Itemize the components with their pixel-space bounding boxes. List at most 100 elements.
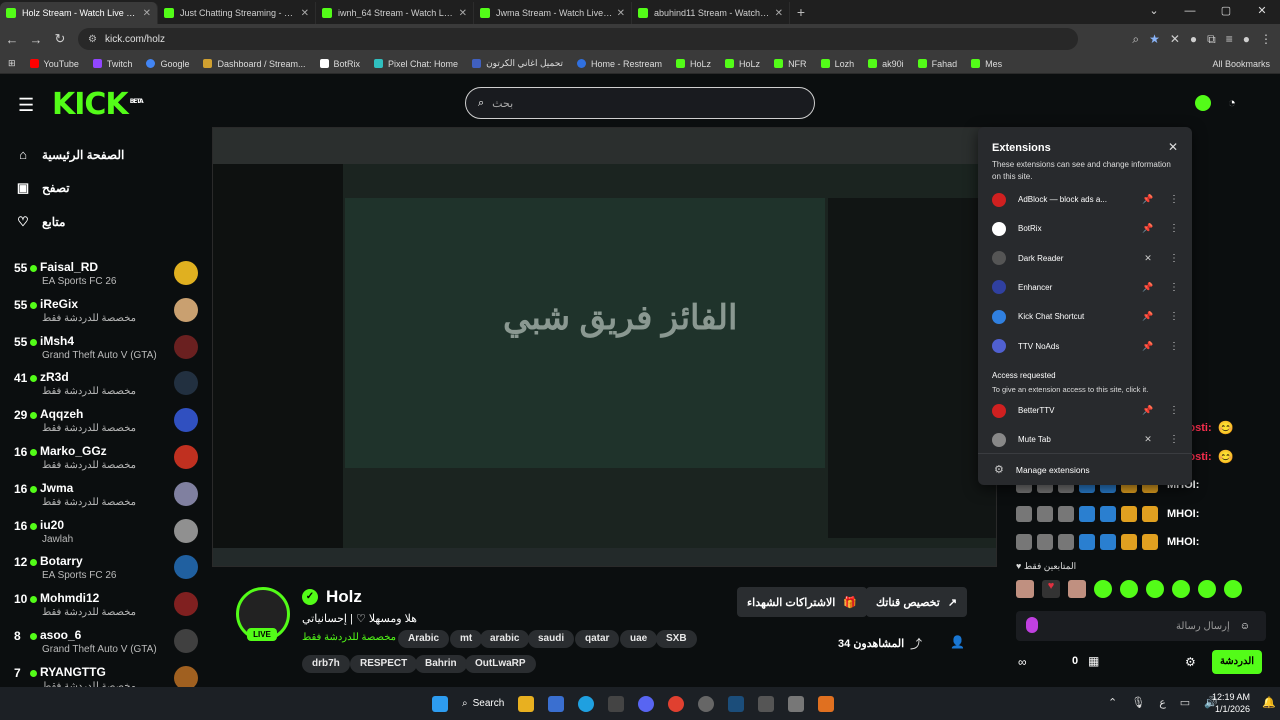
tag[interactable]: Arabic (398, 630, 450, 648)
browser-tab[interactable]: Just Chatting Streaming - Live S ✕ (158, 2, 316, 24)
bookmark-botrix[interactable]: BotRix (319, 59, 360, 69)
emote[interactable] (1224, 580, 1242, 598)
extensions-puzzle-icon[interactable]: ⧉ (1207, 32, 1216, 47)
bookmark-restream[interactable]: Home - Restream (577, 59, 662, 69)
new-tab-button[interactable]: + (790, 4, 812, 20)
tag[interactable]: RESPECT (350, 655, 418, 673)
pin-icon[interactable]: 📌 (1140, 194, 1156, 205)
more-options-icon[interactable]: ⋮ (1166, 253, 1182, 264)
more-options-icon[interactable]: ⋮ (1166, 223, 1182, 234)
bookmark-fahad[interactable]: Fahad (917, 59, 957, 69)
more-options-icon[interactable]: ⋮ (1166, 311, 1182, 322)
emote[interactable] (1120, 580, 1138, 598)
more-options-icon[interactable]: ⋮ (1166, 434, 1182, 445)
chat-settings-gear-icon[interactable]: ⚙ (1185, 655, 1196, 669)
emote[interactable] (1198, 580, 1216, 598)
sidebar-channel[interactable]: 12 Botarry EA Sports FC 26 (14, 553, 202, 589)
app-icon[interactable] (608, 695, 625, 712)
sidebar-channel[interactable]: 55 iReGix مخصصة للدردشة فقط (14, 296, 202, 332)
sidebar-channel[interactable]: 16 Jwma مخصصة للدردشة فقط (14, 480, 202, 516)
menu-kebab-icon[interactable]: ⋮ (1260, 32, 1272, 46)
bookmark-cartoon-songs[interactable]: تحميل اغاني الكرتون (472, 58, 563, 69)
unpin-icon[interactable]: ✕ (1140, 253, 1156, 264)
mic-icon[interactable] (1026, 617, 1038, 633)
site-info-icon[interactable]: ⚙ (88, 34, 97, 45)
microphone-icon[interactable]: 🎙 (1131, 696, 1145, 709)
extension-item[interactable]: Mute Tab ✕ ⋮ (992, 425, 1182, 454)
bookmark-mes[interactable]: Mes (971, 59, 1002, 69)
chat-username[interactable]: MHOI: (1167, 508, 1199, 520)
extension-cookie-icon[interactable]: ● (1190, 32, 1197, 46)
add-user-icon[interactable]: 👤 (950, 635, 965, 649)
notifications-bell-icon[interactable]: ◔ (1228, 95, 1236, 110)
extension-item[interactable]: AdBlock — block ads a... 📌 ⋮ (992, 185, 1182, 214)
nav-home[interactable]: ⌂ الصفحة الرئيسية (14, 147, 124, 162)
sidebar-channel[interactable]: 8 asoo_6 Grand Theft Auto V (GTA) (14, 627, 202, 663)
obs-icon[interactable] (698, 695, 715, 712)
bookmark-ak90i[interactable]: ak90i (868, 59, 904, 69)
chevron-up-icon[interactable]: ⌃ (1108, 696, 1117, 709)
manage-extensions-button[interactable]: ⚙ Manage extensions (978, 453, 1192, 485)
forward-arrow-icon[interactable]: → (24, 32, 48, 47)
extension-item[interactable]: Kick Chat Shortcut 📌 ⋮ (992, 302, 1182, 331)
gift-subscriptions-button[interactable]: الاشتراكات الشهداء 🎁 (737, 587, 867, 617)
sidebar-channel[interactable]: 55 Faisal_RD EA Sports FC 26 (14, 259, 202, 295)
unpin-icon[interactable]: ✕ (1140, 434, 1156, 445)
tag[interactable]: OutLwaRP (465, 655, 536, 673)
emote[interactable]: ♥ (1042, 580, 1060, 598)
more-options-icon[interactable]: ⋮ (1166, 341, 1182, 352)
browser-tab[interactable]: Holz Stream - Watch Live on Kick✕ (0, 2, 158, 24)
discord-icon[interactable] (638, 695, 655, 712)
gift-icon[interactable]: ▦ (1088, 654, 1099, 668)
tag[interactable]: qatar (575, 630, 620, 648)
extension-item[interactable]: Dark Reader ✕ ⋮ (992, 244, 1182, 273)
close-tab-icon[interactable]: ✕ (775, 8, 783, 19)
close-tab-icon[interactable]: ✕ (143, 8, 151, 19)
network-icon[interactable]: ▭ (1180, 696, 1190, 709)
taskbar-clock[interactable]: 12:19 AM 1/1/2026 (1212, 691, 1250, 715)
tag[interactable]: mt (450, 630, 483, 648)
app-icon[interactable] (818, 695, 835, 712)
maximize-button[interactable]: ▢ (1208, 0, 1244, 24)
nav-browse[interactable]: ▣ تصفح (14, 180, 70, 196)
emote[interactable] (1094, 580, 1112, 598)
tab-search-icon[interactable]: ⌄ (1136, 0, 1172, 24)
tag[interactable]: drb7h (302, 655, 350, 673)
back-arrow-icon[interactable]: ← (0, 32, 24, 47)
reading-list-icon[interactable]: ≡ (1226, 32, 1233, 46)
more-options-icon[interactable]: ⋮ (1166, 282, 1182, 293)
zoom-icon[interactable]: ⌕ (1132, 32, 1139, 47)
nav-following[interactable]: ♡ متابع (14, 214, 65, 230)
search-input[interactable]: ⌕ بحث (465, 87, 815, 119)
bookmark-pixel-chat[interactable]: Pixel Chat: Home (374, 59, 458, 69)
browser-tab[interactable]: abuhind11 Stream - Watch Live ✕ (632, 2, 790, 24)
browser-tab[interactable]: Jwma Stream - Watch Live on K ✕ (474, 2, 632, 24)
chat-message[interactable]: MHOI: (1016, 531, 1205, 553)
pin-icon[interactable]: 📌 (1140, 341, 1156, 352)
stream-video-player[interactable]: الفائز فريق شبي (212, 127, 997, 567)
bookmark-nfr[interactable]: NFR (774, 59, 807, 69)
channel-name[interactable]: ✓ Holz (302, 587, 362, 607)
chat-send-button[interactable]: الدردشة (1212, 650, 1262, 674)
apps-grid-icon[interactable]: ⊞ (8, 58, 16, 69)
profile-avatar-icon[interactable]: ● (1243, 32, 1250, 46)
address-bar[interactable]: ⚙ kick.com/holz (78, 28, 1078, 50)
edge-icon[interactable] (578, 695, 595, 712)
extension-item[interactable]: BotRix 📌 ⋮ (992, 214, 1182, 243)
star-bookmark-icon[interactable]: ★ (1149, 32, 1160, 46)
taskbar-search[interactable]: ⌕ Search (462, 698, 504, 709)
extension-item[interactable]: Enhancer 📌 ⋮ (992, 273, 1182, 302)
notification-bell-icon[interactable]: 🔔 (1262, 696, 1276, 709)
pin-icon[interactable]: 📌 (1140, 311, 1156, 322)
tag[interactable]: SXB (656, 630, 697, 648)
bookmark-holz[interactable]: HoLz (725, 59, 760, 69)
sidebar-channel[interactable]: 41 zR3d مخصصة للدردشة فقط (14, 369, 202, 405)
bookmark-twitch[interactable]: Twitch (92, 59, 132, 69)
menu-hamburger-icon[interactable]: ☰ (18, 95, 34, 116)
emote[interactable] (1068, 580, 1086, 598)
pin-icon[interactable]: 📌 (1140, 405, 1156, 416)
emote[interactable] (1146, 580, 1164, 598)
emoji-icon[interactable]: ☺ (1240, 621, 1250, 632)
tag[interactable]: Bahrin (415, 655, 467, 673)
bookmark-lozh[interactable]: Lozh (820, 59, 854, 69)
